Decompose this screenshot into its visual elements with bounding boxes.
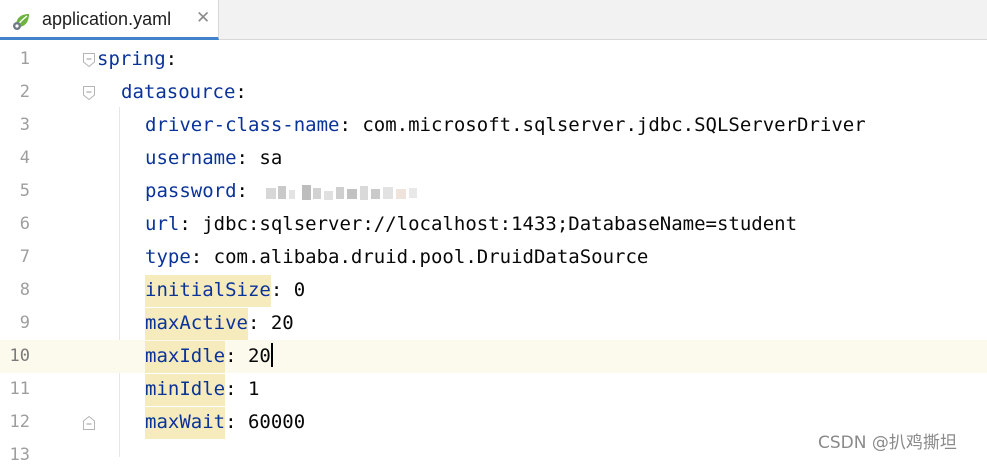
yaml-colon: :	[190, 246, 214, 268]
code-line: 8 initialSize: 0	[0, 274, 987, 307]
yaml-value: jdbc:sqlserver://localhost:1433;Database…	[202, 213, 798, 235]
code-line-current: 10 maxIdle: 20	[0, 340, 987, 373]
yaml-key: type	[145, 246, 191, 268]
yaml-colon: :	[236, 147, 260, 169]
yaml-colon: :	[165, 48, 178, 70]
yaml-value: sa	[259, 147, 283, 169]
yaml-colon: :	[225, 378, 248, 400]
line-number: 4	[19, 148, 30, 168]
code-text: initialSize: 0	[145, 275, 306, 307]
yaml-value: com.alibaba.druid.pool.DruidDataSource	[213, 246, 649, 268]
csdn-watermark: CSDN @扒鸡撕坦	[818, 433, 957, 453]
yaml-colon: :	[339, 114, 363, 136]
line-number: 13	[9, 445, 30, 465]
line-number: 8	[19, 280, 30, 300]
yaml-key: username	[145, 147, 237, 169]
redacted-password-mask	[266, 185, 417, 200]
line-number: 3	[19, 115, 30, 135]
yaml-value: 0	[293, 279, 306, 301]
code-text: spring:	[97, 48, 177, 70]
code-text: type: com.alibaba.druid.pool.DruidDataSo…	[145, 246, 648, 268]
yaml-value: com.microsoft.sqlserver.jdbc.SQLServerDr…	[362, 114, 866, 136]
yaml-key: url	[145, 213, 180, 235]
yaml-key-highlighted: maxIdle	[145, 341, 226, 373]
code-text: datasource:	[121, 81, 247, 103]
code-line: 11 minIdle: 1	[0, 373, 987, 406]
yaml-value: 20	[270, 312, 294, 334]
yaml-key: datasource	[121, 81, 236, 103]
yaml-key: spring	[97, 48, 166, 70]
code-text: minIdle: 1	[145, 374, 260, 406]
line-number: 6	[19, 214, 30, 234]
code-text: username: sa	[145, 147, 282, 169]
line-number: 1	[19, 49, 30, 69]
line-number: 5	[19, 181, 30, 201]
fold-marker-icon[interactable]	[82, 52, 96, 68]
line-number: 10	[9, 346, 30, 366]
code-line: 4 username: sa	[0, 142, 987, 175]
yaml-colon: :	[225, 345, 248, 367]
yaml-colon: :	[225, 411, 248, 433]
yaml-value: 1	[247, 378, 260, 400]
code-text: maxIdle: 20	[145, 341, 273, 373]
yaml-colon: :	[270, 279, 294, 301]
yaml-key-highlighted: initialSize	[145, 275, 271, 307]
yaml-colon: :	[235, 81, 247, 103]
yaml-key-highlighted: minIdle	[145, 374, 226, 406]
yaml-key: password	[145, 180, 237, 202]
yaml-value: 60000	[247, 411, 306, 433]
code-text: maxWait: 60000	[145, 407, 306, 439]
code-editor[interactable]: 1 spring: 2 datasource: 3 driver-class-n…	[0, 41, 987, 465]
fold-end-marker-icon[interactable]	[82, 415, 96, 431]
code-text: url: jdbc:sqlserver://localhost:1433;Dat…	[145, 213, 797, 235]
code-line: 5 password:	[0, 175, 987, 208]
code-line: 7 type: com.alibaba.druid.pool.DruidData…	[0, 241, 987, 274]
code-line: 3 driver-class-name: com.microsoft.sqlse…	[0, 109, 987, 142]
text-caret	[270, 342, 273, 367]
code-text: maxActive: 20	[145, 308, 294, 340]
yaml-key-highlighted: maxActive	[145, 308, 248, 340]
yaml-colon: :	[236, 180, 260, 202]
tab-title: application.yaml	[42, 9, 172, 29]
yaml-colon: :	[247, 312, 271, 334]
yaml-value: 20	[247, 345, 271, 367]
yaml-colon: :	[179, 213, 203, 235]
tab-application-yaml[interactable]: application.yaml ✕	[0, 0, 219, 40]
code-text: driver-class-name: com.microsoft.sqlserv…	[145, 114, 866, 136]
code-line: 2 datasource:	[0, 76, 987, 109]
line-number: 12	[9, 412, 30, 432]
fold-marker-icon[interactable]	[82, 85, 96, 101]
code-text: password:	[145, 180, 259, 202]
yaml-key-highlighted: maxWait	[145, 407, 226, 439]
code-line: 9 maxActive: 20	[0, 307, 987, 340]
code-line: 6 url: jdbc:sqlserver://localhost:1433;D…	[0, 208, 987, 241]
line-number: 7	[19, 247, 30, 267]
line-number: 11	[9, 379, 30, 399]
yaml-key: driver-class-name	[145, 114, 340, 136]
code-line: 1 spring:	[0, 43, 987, 76]
line-number: 9	[19, 313, 30, 333]
spring-leaf-icon	[13, 14, 29, 30]
close-icon[interactable]: ✕	[196, 8, 210, 28]
editor-tab-bar: application.yaml ✕	[0, 0, 987, 40]
line-number: 2	[19, 82, 30, 102]
